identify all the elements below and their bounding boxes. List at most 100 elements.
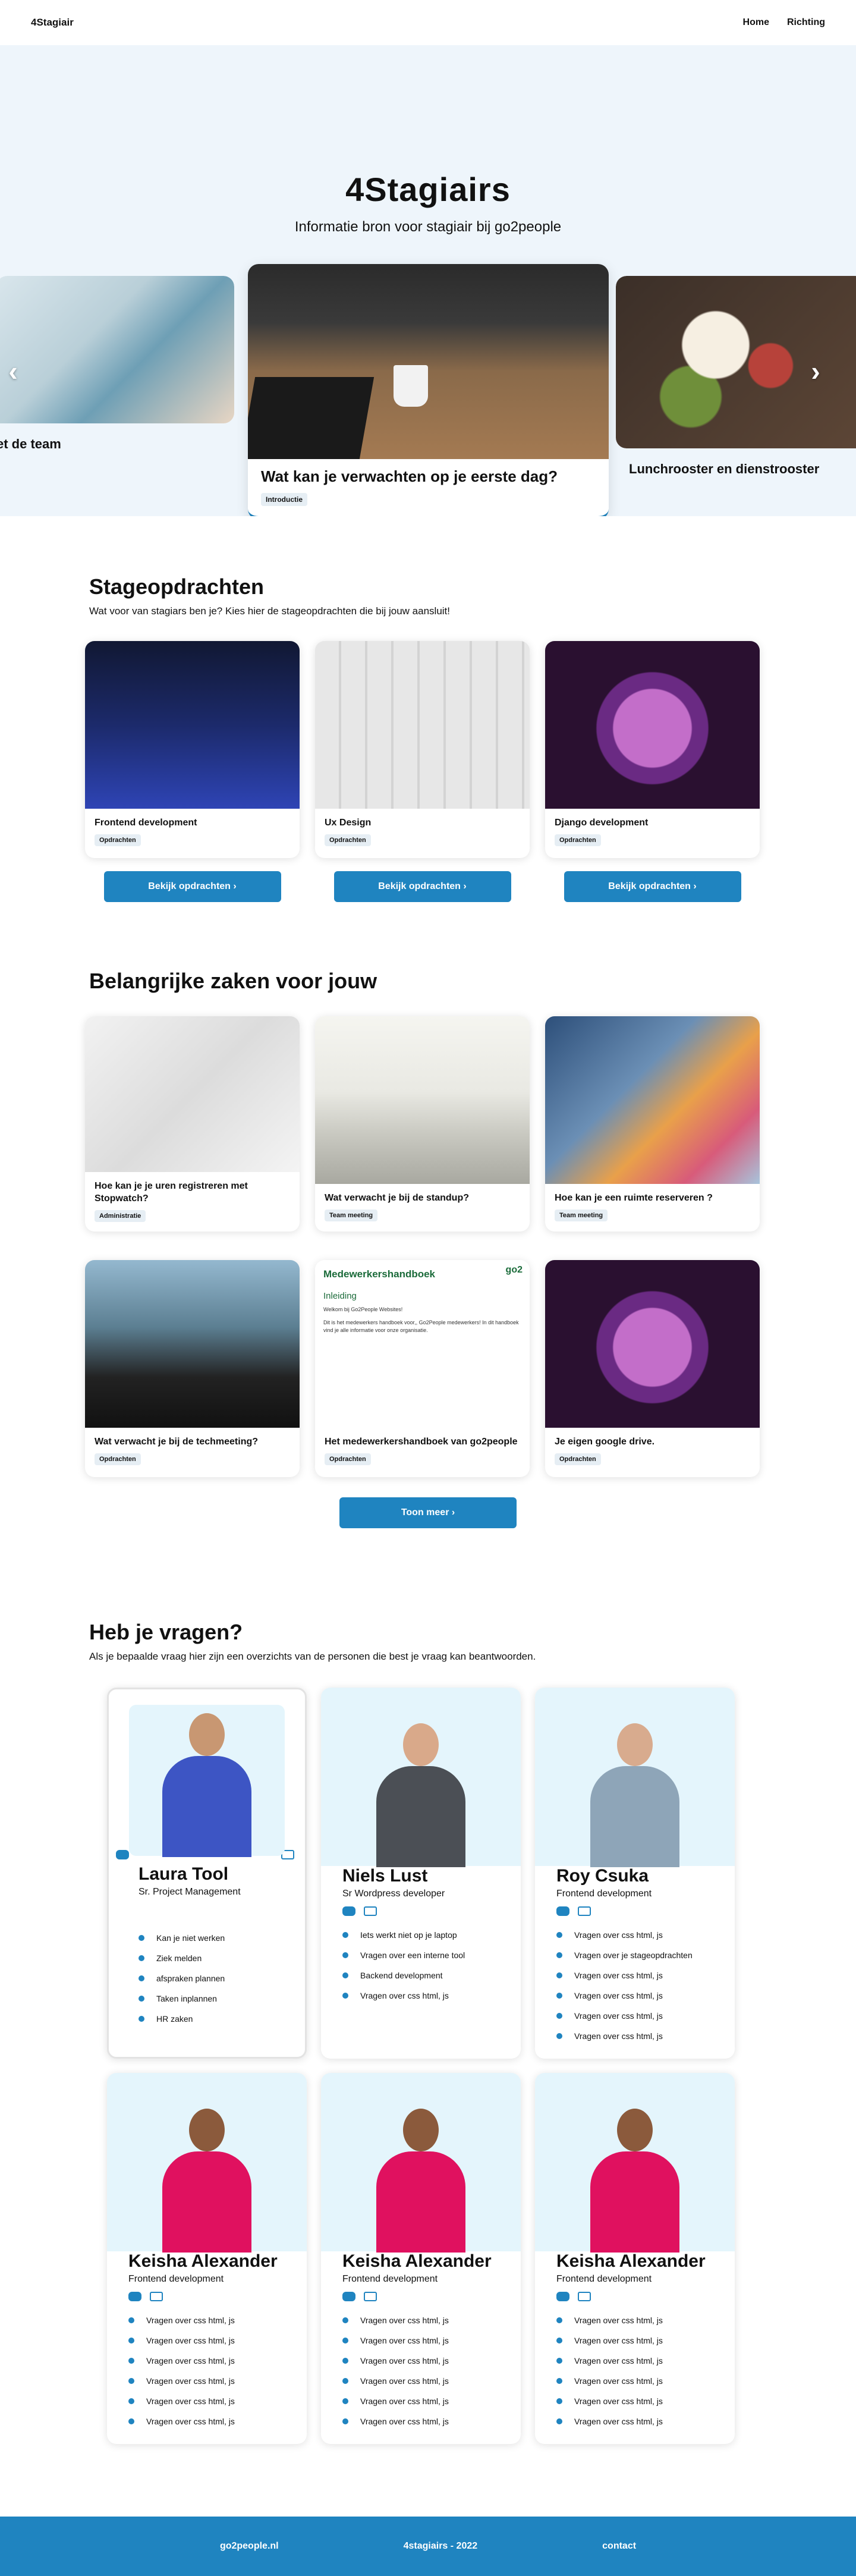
topic-item: Vragen over een interne tool <box>342 1950 521 1960</box>
mail-icon[interactable] <box>150 2292 163 2301</box>
topic-item: HR zaken <box>139 2014 305 2024</box>
discord-icon[interactable] <box>116 1850 129 1859</box>
person-card: Laura Tool Sr. Project Management Kan je… <box>107 1688 307 2059</box>
carousel-slide-prev[interactable]: et de team <box>0 276 234 490</box>
person-card: Keisha Alexander Frontend development Vr… <box>535 2073 735 2444</box>
important-card[interactable]: Wat verwacht je bij de standup? Team mee… <box>315 1016 530 1232</box>
site-logo[interactable]: 4Stagiair <box>31 17 74 29</box>
topic-item: Vragen over css html, js <box>128 2356 307 2365</box>
person-role: Frontend development <box>128 2274 224 2284</box>
avatar-head <box>617 2109 653 2151</box>
discord-icon[interactable] <box>556 1906 569 1916</box>
important-card[interactable]: go2 Medewerkershandboek Inleiding Welkom… <box>315 1260 530 1477</box>
person-card: Keisha Alexander Frontend development Vr… <box>107 2073 307 2444</box>
avatar-head <box>617 1723 653 1766</box>
topic-item: Vragen over css html, js <box>556 1991 735 2000</box>
view-assignments-button[interactable]: Bekijk opdrachten › <box>333 871 511 902</box>
handbook-subheading: Inleiding <box>323 1291 357 1301</box>
footer: go2people.nl 4stagiairs - 2022 contact <box>0 2517 856 2576</box>
topic-item: Vragen over css html, js <box>342 2417 521 2426</box>
card-image <box>85 1016 300 1172</box>
topic-item: Vragen over css html, js <box>556 2336 735 2345</box>
carousel-next-arrow-icon[interactable]: › <box>804 357 827 385</box>
card-title: Hoe kan je je uren registreren met Stopw… <box>95 1181 248 1204</box>
mail-icon[interactable] <box>364 2292 377 2301</box>
card-image <box>545 1016 760 1184</box>
stage-card-django[interactable]: Django development Opdrachten <box>545 641 760 858</box>
topic-item: Vragen over css html, js <box>128 2316 307 2325</box>
avatar-head <box>403 1723 439 1766</box>
discord-icon[interactable] <box>342 1906 355 1916</box>
slide-caption: Lunchrooster en dienstrooster <box>629 461 820 476</box>
nav-home-link[interactable]: Home <box>743 17 769 28</box>
footer-link-site[interactable]: go2people.nl <box>220 2541 279 2552</box>
topic-item: Vragen over css html, js <box>342 2316 521 2325</box>
important-card[interactable]: Je eigen google drive. Opdrachten <box>545 1260 760 1477</box>
person-role: Frontend development <box>556 2274 652 2284</box>
important-card[interactable]: Wat verwacht je bij de techmeeting? Opdr… <box>85 1260 300 1477</box>
footer-copyright: 4stagiairs - 2022 <box>403 2541 478 2551</box>
card-title: Frontend development <box>95 818 197 828</box>
hero-title: 4Stagiairs <box>345 171 511 208</box>
avatar-body <box>376 2151 465 2253</box>
view-assignments-button[interactable]: Bekijk opdrachten › <box>564 871 741 902</box>
avatar-head <box>403 2109 439 2151</box>
person-topics: Vragen over css html, js Vragen over je … <box>556 1930 735 2041</box>
handbook-image: go2 Medewerkershandboek Inleiding Welkom… <box>315 1260 530 1428</box>
discord-icon[interactable] <box>342 2292 355 2301</box>
people-title: Heb je vragen? <box>89 1620 243 1644</box>
person-topics: Vragen over css html, js Vragen over css… <box>556 2316 735 2426</box>
person-role: Frontend development <box>556 1889 652 1899</box>
card-title: Wat verwacht je bij de techmeeting? <box>95 1437 259 1447</box>
mail-icon[interactable] <box>578 2292 591 2301</box>
footer-link-contact[interactable]: contact <box>602 2541 636 2552</box>
topic-item: Taken inplannen <box>139 1994 305 2003</box>
topic-item: Vragen over css html, js <box>556 2376 735 2386</box>
stage-card-ux[interactable]: Ux Design Opdrachten <box>315 641 530 858</box>
stage-section: Stageopdrachten Wat voor van stagiars be… <box>85 574 767 902</box>
person-card: Niels Lust Sr Wordpress developer Iets w… <box>321 1688 521 2059</box>
stage-title: Stageopdrachten <box>89 574 265 599</box>
topic-item: Vragen over css html, js <box>556 2417 735 2426</box>
discord-icon[interactable] <box>128 2292 141 2301</box>
person-avatar <box>162 2103 251 2253</box>
discord-icon[interactable] <box>556 2292 569 2301</box>
card-title: Het medewerkershandboek van go2people <box>325 1437 518 1447</box>
card-image <box>315 1016 530 1184</box>
topic-item: Vragen over css html, js <box>556 2011 735 2021</box>
topic-item: Vragen over css html, js <box>556 1930 735 1940</box>
handbook-heading: Medewerkershandboek <box>323 1268 436 1280</box>
avatar-head <box>189 2109 225 2151</box>
view-assignments-button[interactable]: Bekijk opdrachten › <box>103 871 281 902</box>
topic-item: Vragen over css html, js <box>556 2031 735 2041</box>
carousel-prev-arrow-icon[interactable]: ‹ <box>1 357 25 385</box>
person-avatar <box>162 1707 251 1857</box>
topic-item: Vragen over css html, js <box>342 1991 521 2000</box>
carousel-slide-active[interactable]: Wat kan je verwachten op je eerste dag? … <box>248 264 609 516</box>
person-name: Keisha Alexander <box>342 2251 492 2271</box>
topic-item: Vragen over css html, js <box>556 2356 735 2365</box>
mail-icon[interactable] <box>364 1906 377 1916</box>
card-title: Je eigen google drive. <box>555 1437 655 1447</box>
person-name: Roy Csuka <box>556 1866 649 1886</box>
topic-item: Vragen over css html, js <box>128 2376 307 2386</box>
person-avatar <box>590 2103 679 2253</box>
people-grid: Laura Tool Sr. Project Management Kan je… <box>107 1688 767 2444</box>
person-topics: Iets werkt niet op je laptop Vragen over… <box>342 1930 521 2000</box>
stage-card-frontend[interactable]: Frontend development Opdrachten <box>85 641 300 858</box>
nav-richting-link[interactable]: Richting <box>787 17 825 28</box>
card-tag: Administratie <box>95 1210 146 1222</box>
person-topics: Kan je niet werken Ziek melden afspraken… <box>139 1933 305 2024</box>
mail-icon[interactable] <box>578 1906 591 1916</box>
slide-caption: Wat kan je verwachten op je eerste dag? <box>261 467 558 485</box>
stage-buttons: Bekijk opdrachten › Bekijk opdrachten › … <box>85 858 767 902</box>
topic-item: Vragen over je stageopdrachten <box>556 1950 735 1960</box>
topic-item: afspraken plannen <box>139 1974 305 1983</box>
hero-subtitle: Informatie bron voor stagiair bij go2peo… <box>294 219 562 235</box>
people-section: Heb je vragen? Als je bepaalde vraag hie… <box>89 1620 767 2444</box>
important-cards-row1: Hoe kan je je uren registreren met Stopw… <box>85 1016 767 1232</box>
important-card[interactable]: Hoe kan je een ruimte reserveren ? Team … <box>545 1016 760 1232</box>
handbook-logo: go2 <box>505 1265 523 1275</box>
important-card[interactable]: Hoe kan je je uren registreren met Stopw… <box>85 1016 300 1232</box>
show-more-button[interactable]: Toon meer › <box>339 1497 517 1528</box>
